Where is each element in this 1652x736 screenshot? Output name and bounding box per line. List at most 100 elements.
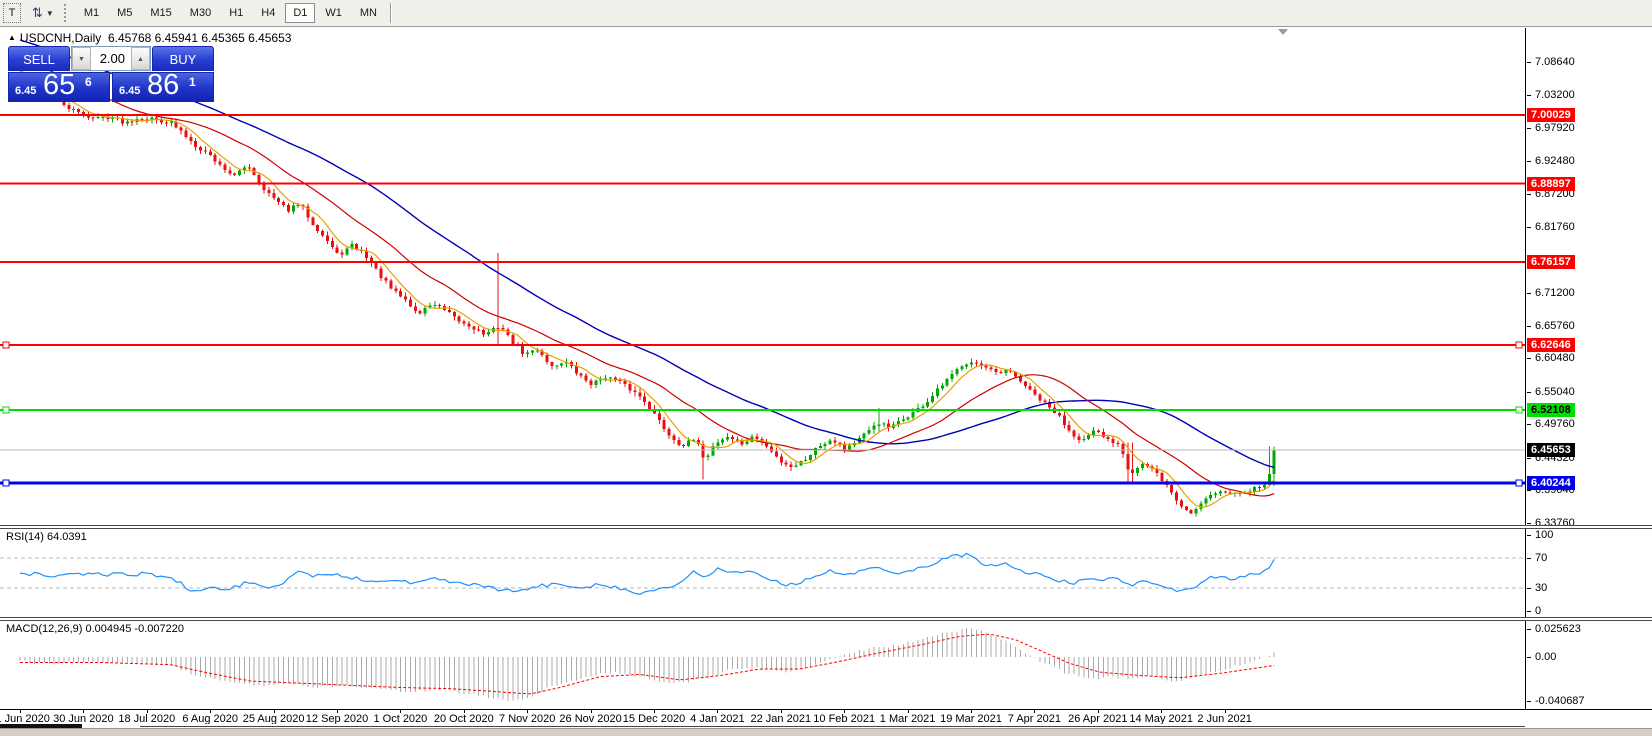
timeframe-button-mn[interactable]: MN <box>352 3 385 23</box>
price-axis-label: 6.49760 <box>1535 418 1575 430</box>
symbol-period-label: USDCNH,Daily <box>20 31 101 45</box>
text-tool-button[interactable]: T <box>3 3 21 23</box>
cursor-tool-button[interactable]: ⇅ ▼ <box>30 3 56 23</box>
price-axis-tick <box>1527 62 1531 63</box>
toolbar-separator <box>390 3 391 23</box>
line-handle[interactable] <box>3 342 9 348</box>
chart-area: ▲ USDCNH,Daily 6.45768 6.45941 6.45365 6.… <box>0 28 1652 735</box>
price-axis-label: 6.60480 <box>1535 352 1575 364</box>
price-axis-tick <box>1527 629 1531 630</box>
price-axis-label: 0.00 <box>1535 651 1556 663</box>
top-toolbar: T ⇅ ▼ M1M5M15M30H1H4D1W1MN <box>0 0 1652 27</box>
buy-price-display[interactable]: 6.45 86 1 <box>112 72 214 102</box>
toolbar-grip[interactable] <box>64 4 69 22</box>
price-axis-tick <box>1527 588 1531 589</box>
price-tag[interactable]: 6.62646 <box>1527 338 1575 352</box>
price-axis-label: 6.81760 <box>1535 221 1575 233</box>
price-axis-label: 30 <box>1535 582 1547 594</box>
scrollbar-track <box>140 726 1525 727</box>
collapse-triangle-icon[interactable]: ▲ <box>8 33 16 42</box>
line-handle[interactable] <box>1516 407 1522 413</box>
price-tag[interactable]: 6.52108 <box>1527 403 1575 417</box>
price-axis-label: 6.71200 <box>1535 287 1575 299</box>
price-axis-tick <box>1527 611 1531 612</box>
line-handle[interactable] <box>3 480 9 486</box>
buy-price-point: 1 <box>189 75 196 89</box>
macd-label: MACD(12,26,9) 0.004945 -0.007220 <box>6 623 184 635</box>
chart-shift-marker[interactable] <box>1278 29 1288 35</box>
rsi-label: RSI(14) 64.0391 <box>6 531 87 543</box>
sell-price-pips: 65 <box>43 69 75 102</box>
price-axis-tick <box>1527 535 1531 536</box>
chart-title: ▲ USDCNH,Daily 6.45768 6.45941 6.45365 6.… <box>8 31 291 45</box>
volume-input[interactable]: 2.00 <box>91 47 131 70</box>
price-axis-tick <box>1527 326 1531 327</box>
rsi-pane-divider[interactable] <box>0 525 1652 529</box>
timeframe-button-w1[interactable]: W1 <box>317 3 350 23</box>
timeframe-button-h1[interactable]: H1 <box>221 3 251 23</box>
timeframe-button-m30[interactable]: M30 <box>182 3 219 23</box>
price-axis-tick <box>1527 701 1531 702</box>
ma-slow-line[interactable] <box>20 40 1274 467</box>
timeframe-button-h4[interactable]: H4 <box>253 3 283 23</box>
sell-price-point: 6 <box>85 75 92 89</box>
price-axis-tick <box>1527 128 1531 129</box>
price-axis-label: 7.03200 <box>1535 89 1575 101</box>
macd-signal-line <box>20 634 1274 694</box>
macd-pane-divider[interactable] <box>0 617 1652 621</box>
swap-arrows-icon: ⇅ <box>32 3 43 23</box>
volume-decrease-icon[interactable]: ▼ <box>72 47 91 70</box>
price-axis-label: 6.65760 <box>1535 320 1575 332</box>
price-axis-label: 0.025623 <box>1535 623 1581 635</box>
timeframe-button-m1[interactable]: M1 <box>76 3 107 23</box>
price-tag[interactable]: 6.45653 <box>1527 443 1575 457</box>
line-handle[interactable] <box>3 407 9 413</box>
price-axis-tick <box>1527 95 1531 96</box>
timeframe-button-m15[interactable]: M15 <box>142 3 179 23</box>
price-axis-label: 7.08640 <box>1535 56 1575 68</box>
price-axis-label: 100 <box>1535 529 1553 541</box>
buy-button[interactable]: BUY <box>152 46 214 71</box>
price-axis-tick <box>1527 293 1531 294</box>
price-axis-tick <box>1527 358 1531 359</box>
sell-price-display[interactable]: 6.45 65 6 <box>8 72 110 102</box>
main-price-chart[interactable] <box>0 28 1525 525</box>
price-axis-tick <box>1527 194 1531 195</box>
price-tag[interactable]: 6.88897 <box>1527 177 1575 191</box>
buy-price-pips: 86 <box>147 69 179 102</box>
price-tag[interactable]: 6.40244 <box>1527 476 1575 490</box>
timeframe-button-m5[interactable]: M5 <box>109 3 140 23</box>
price-axis-label: -0.040687 <box>1535 695 1585 707</box>
buy-price-base: 6.45 <box>119 85 140 97</box>
line-handle[interactable] <box>1516 342 1522 348</box>
price-axis-label: 70 <box>1535 552 1547 564</box>
line-handle[interactable] <box>1516 480 1522 486</box>
price-axis-tick <box>1527 424 1531 425</box>
price-axis-tick <box>1527 392 1531 393</box>
price-axis-tick <box>1527 490 1531 491</box>
price-axis-tick <box>1527 558 1531 559</box>
one-click-trade-panel: SELL ▼ 2.00 ▲ BUY 6.45 65 6 6.45 86 1 <box>8 46 214 102</box>
macd-histogram <box>20 628 1274 701</box>
timeframe-button-d1[interactable]: D1 <box>285 3 315 23</box>
volume-increase-icon[interactable]: ▲ <box>131 47 150 70</box>
volume-stepper: ▼ 2.00 ▲ <box>71 46 151 71</box>
chevron-down-icon[interactable]: ▼ <box>46 9 54 18</box>
ohlc-readout: 6.45768 6.45941 6.45365 6.45653 <box>108 31 292 45</box>
price-axis-label: 6.55040 <box>1535 386 1575 398</box>
price-axis-label: 6.92480 <box>1535 155 1575 167</box>
sell-button[interactable]: SELL <box>8 46 70 71</box>
price-tag[interactable]: 7.00029 <box>1527 108 1575 122</box>
price-axis-tick <box>1527 458 1531 459</box>
price-axis-tick <box>1527 523 1531 524</box>
ma-mid-line[interactable] <box>20 60 1274 496</box>
sell-price-base: 6.45 <box>15 85 36 97</box>
price-axis-tick <box>1527 227 1531 228</box>
price-tag[interactable]: 6.76157 <box>1527 255 1575 269</box>
ma-fast-line[interactable] <box>20 71 1274 507</box>
rsi-pane[interactable] <box>0 529 1525 617</box>
macd-pane[interactable] <box>0 621 1525 709</box>
price-axis-label: 0 <box>1535 605 1541 617</box>
price-axis-tick <box>1527 657 1531 658</box>
date-axis[interactable]: 11 Jun 202030 Jun 202018 Jul 20206 Aug 2… <box>0 709 1652 724</box>
